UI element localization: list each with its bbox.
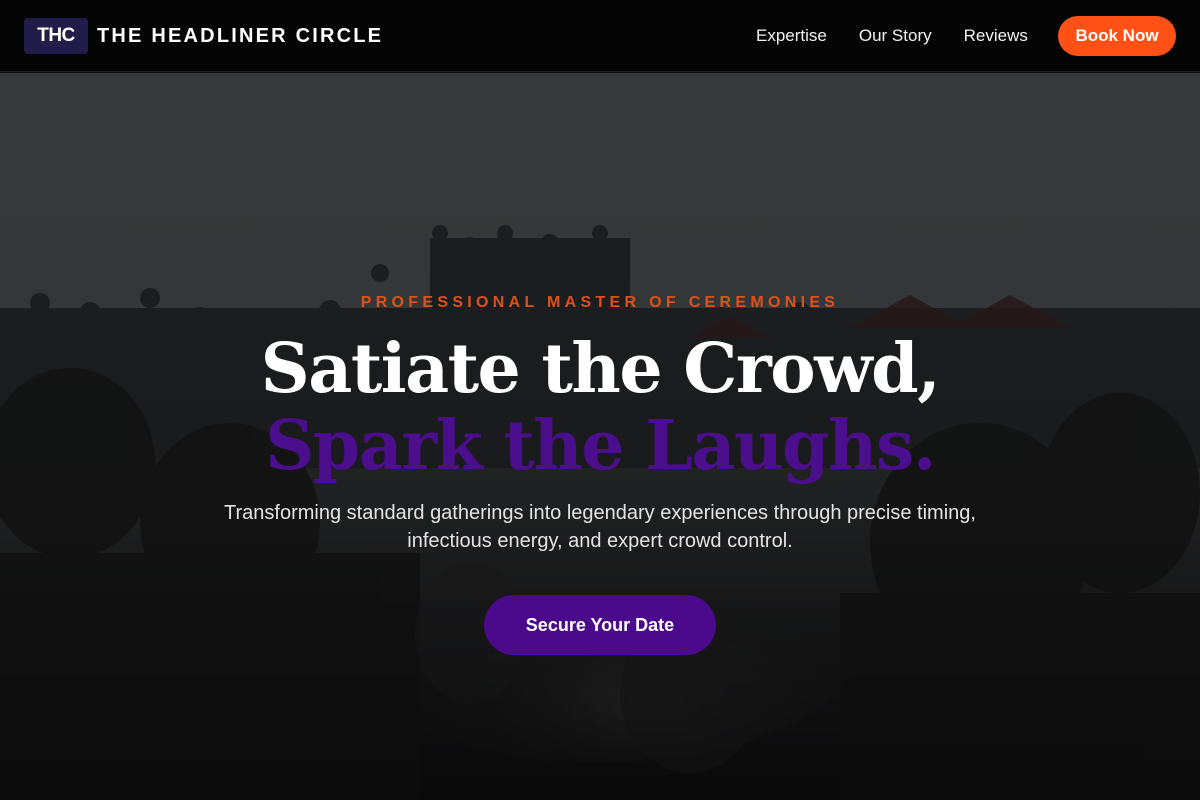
nav-link-reviews[interactable]: Reviews	[964, 26, 1028, 46]
hero-headline-line-2: Spark the Laughs.	[265, 406, 936, 486]
site-header: THC THE HEADLINER CIRCLE Expertise Our S…	[0, 0, 1200, 72]
main-nav: Expertise Our Story Reviews	[756, 0, 1028, 72]
hero-headline-line-1: Satiate the Crowd,	[260, 329, 941, 409]
brand-logo[interactable]: THC THE HEADLINER CIRCLE	[24, 18, 383, 54]
hero-section: PROFESSIONAL MASTER OF CEREMONIES Satiat…	[0, 73, 1200, 800]
nav-link-expertise[interactable]: Expertise	[756, 26, 827, 46]
book-now-button[interactable]: Book Now	[1058, 16, 1176, 56]
logo-badge: THC	[24, 18, 88, 54]
hero-content: PROFESSIONAL MASTER OF CEREMONIES Satiat…	[0, 73, 1200, 800]
nav-link-our-story[interactable]: Our Story	[859, 26, 932, 46]
brand-name: THE HEADLINER CIRCLE	[97, 24, 384, 47]
secure-your-date-button[interactable]: Secure Your Date	[484, 595, 716, 655]
hero-subtitle: Transforming standard gatherings into le…	[224, 502, 976, 552]
hero-eyebrow: PROFESSIONAL MASTER OF CEREMONIES	[360, 294, 840, 311]
